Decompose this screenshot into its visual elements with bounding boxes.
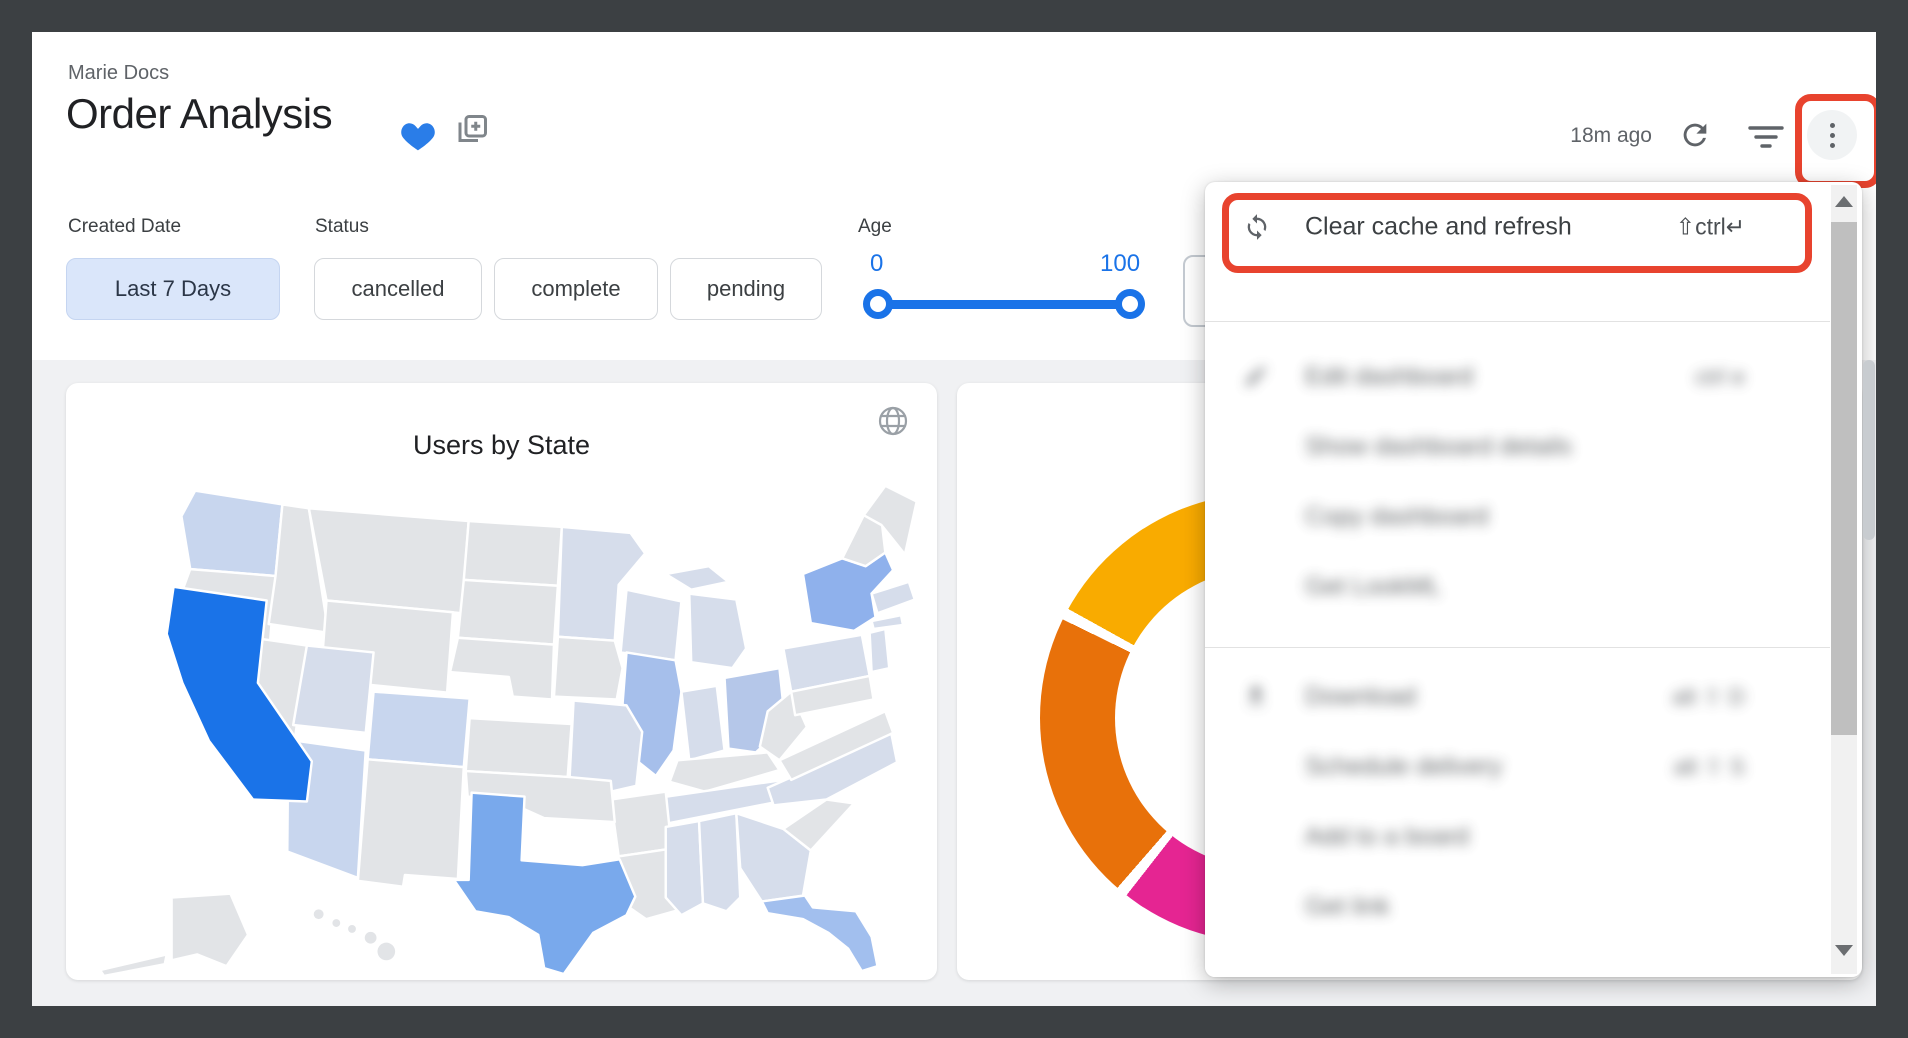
state-alaska-aleutians[interactable] (100, 954, 167, 975)
menu-item-clear-cache[interactable]: Clear cache and refresh ⇧ctrl↵ (1205, 192, 1795, 262)
sync-icon (1243, 213, 1271, 241)
state-arkansas[interactable] (611, 792, 672, 857)
menu-item-show-details[interactable]: Show dashboard details (1205, 412, 1795, 482)
menu-item-edit-dashboard[interactable]: Edit dashboard ctrl e (1205, 342, 1795, 412)
menu-item-label: Download (1305, 683, 1416, 712)
page-title: Order Analysis (66, 90, 332, 138)
age-slider-track[interactable] (878, 300, 1130, 309)
filter-label-status: Status (315, 216, 369, 238)
filter-chip-status-pending[interactable]: pending (670, 258, 822, 320)
menu-item-copy-dashboard[interactable]: Copy dashboard (1205, 482, 1795, 552)
favorite-heart-icon[interactable] (398, 116, 438, 152)
state-wisconsin[interactable] (621, 590, 682, 661)
globe-icon[interactable] (877, 405, 909, 437)
menu-item-shortcut: alt ⇧ S (1673, 754, 1745, 781)
state-south-dakota[interactable] (458, 580, 558, 645)
menu-bottom-fade (1205, 922, 1830, 977)
age-slider-handle-max[interactable] (1115, 289, 1145, 319)
state-mississippi[interactable] (666, 821, 703, 915)
age-slider-max-label: 100 (1100, 250, 1140, 278)
state-iowa[interactable] (554, 637, 623, 700)
menu-item-label: Edit dashboard (1305, 363, 1473, 392)
menu-divider (1205, 647, 1830, 648)
dashboard-actions-menu: Clear cache and refresh ⇧ctrl↵ Edit dash… (1205, 182, 1862, 977)
scroll-down-arrow-icon[interactable] (1835, 945, 1853, 956)
state-new-jersey[interactable] (870, 629, 890, 672)
dashboard-actions-kebab-button[interactable] (1807, 110, 1857, 160)
menu-item-label: Schedule delivery (1305, 753, 1502, 782)
state-alaska[interactable] (172, 894, 248, 967)
state-new-mexico[interactable] (358, 759, 464, 886)
dashboard-window: Marie Docs Order Analysis 18m ago Create… (32, 32, 1876, 1006)
last-updated-label: 18m ago (1532, 124, 1652, 148)
state-michigan-upper[interactable] (666, 566, 729, 590)
state-north-dakota[interactable] (464, 521, 562, 586)
screenshot-frame: Marie Docs Order Analysis 18m ago Create… (0, 0, 1908, 1038)
refresh-icon[interactable] (1678, 118, 1714, 154)
page-scrollbar-thumb[interactable] (1863, 360, 1875, 540)
chart-title: Users by State (66, 430, 937, 461)
filter-chip-created-date[interactable]: Last 7 Days (66, 258, 280, 320)
download-icon (1243, 683, 1271, 711)
filter-label-age: Age (858, 216, 892, 238)
age-slider-handle-min[interactable] (863, 289, 893, 319)
menu-item-add-to-board[interactable]: Add to a board (1205, 802, 1795, 872)
menu-item-label: Show dashboard details (1305, 433, 1572, 462)
us-choropleth-map[interactable] (76, 475, 928, 975)
menu-item-label: Clear cache and refresh (1305, 213, 1572, 242)
menu-item-shortcut: alt ⇧ D (1672, 684, 1745, 711)
menu-item-schedule-delivery[interactable]: Schedule delivery alt ⇧ S (1205, 732, 1795, 802)
state-kansas[interactable] (466, 718, 572, 777)
breadcrumb[interactable]: Marie Docs (68, 62, 169, 85)
menu-scrollbar-thumb[interactable] (1831, 222, 1857, 735)
state-indiana[interactable] (681, 686, 724, 761)
state-montana[interactable] (309, 508, 469, 613)
menu-item-get-lookml[interactable]: Get LookML (1205, 552, 1795, 622)
menu-item-label: Get LookML (1305, 573, 1441, 602)
scroll-up-arrow-icon[interactable] (1835, 196, 1853, 207)
menu-item-download[interactable]: Download alt ⇧ D (1205, 662, 1795, 732)
kebab-icon (1830, 123, 1835, 148)
menu-item-label: Copy dashboard (1305, 503, 1488, 532)
age-slider-min-label: 0 (870, 250, 883, 278)
menu-item-shortcut: ctrl e (1695, 364, 1745, 391)
filter-label-created-date: Created Date (68, 216, 181, 238)
state-utah[interactable] (293, 646, 373, 733)
state-nebraska[interactable] (450, 638, 554, 700)
users-by-state-card: Users by State (66, 383, 937, 980)
menu-item-label: Get link (1305, 893, 1390, 922)
state-alabama[interactable] (699, 813, 740, 911)
filter-icon[interactable] (1748, 122, 1784, 158)
state-washington[interactable] (181, 491, 282, 576)
pencil-icon (1243, 363, 1271, 391)
state-colorado[interactable] (368, 692, 470, 767)
menu-divider (1205, 321, 1830, 322)
state-florida[interactable] (762, 896, 878, 971)
add-to-collection-icon[interactable] (454, 112, 490, 148)
state-michigan[interactable] (689, 594, 746, 669)
state-hawaii[interactable] (314, 909, 395, 960)
menu-item-label: Add to a board (1305, 823, 1469, 852)
filter-chip-status-cancelled[interactable]: cancelled (314, 258, 482, 320)
menu-item-shortcut: ⇧ctrl↵ (1676, 214, 1745, 241)
filter-chip-status-complete[interactable]: complete (494, 258, 658, 320)
